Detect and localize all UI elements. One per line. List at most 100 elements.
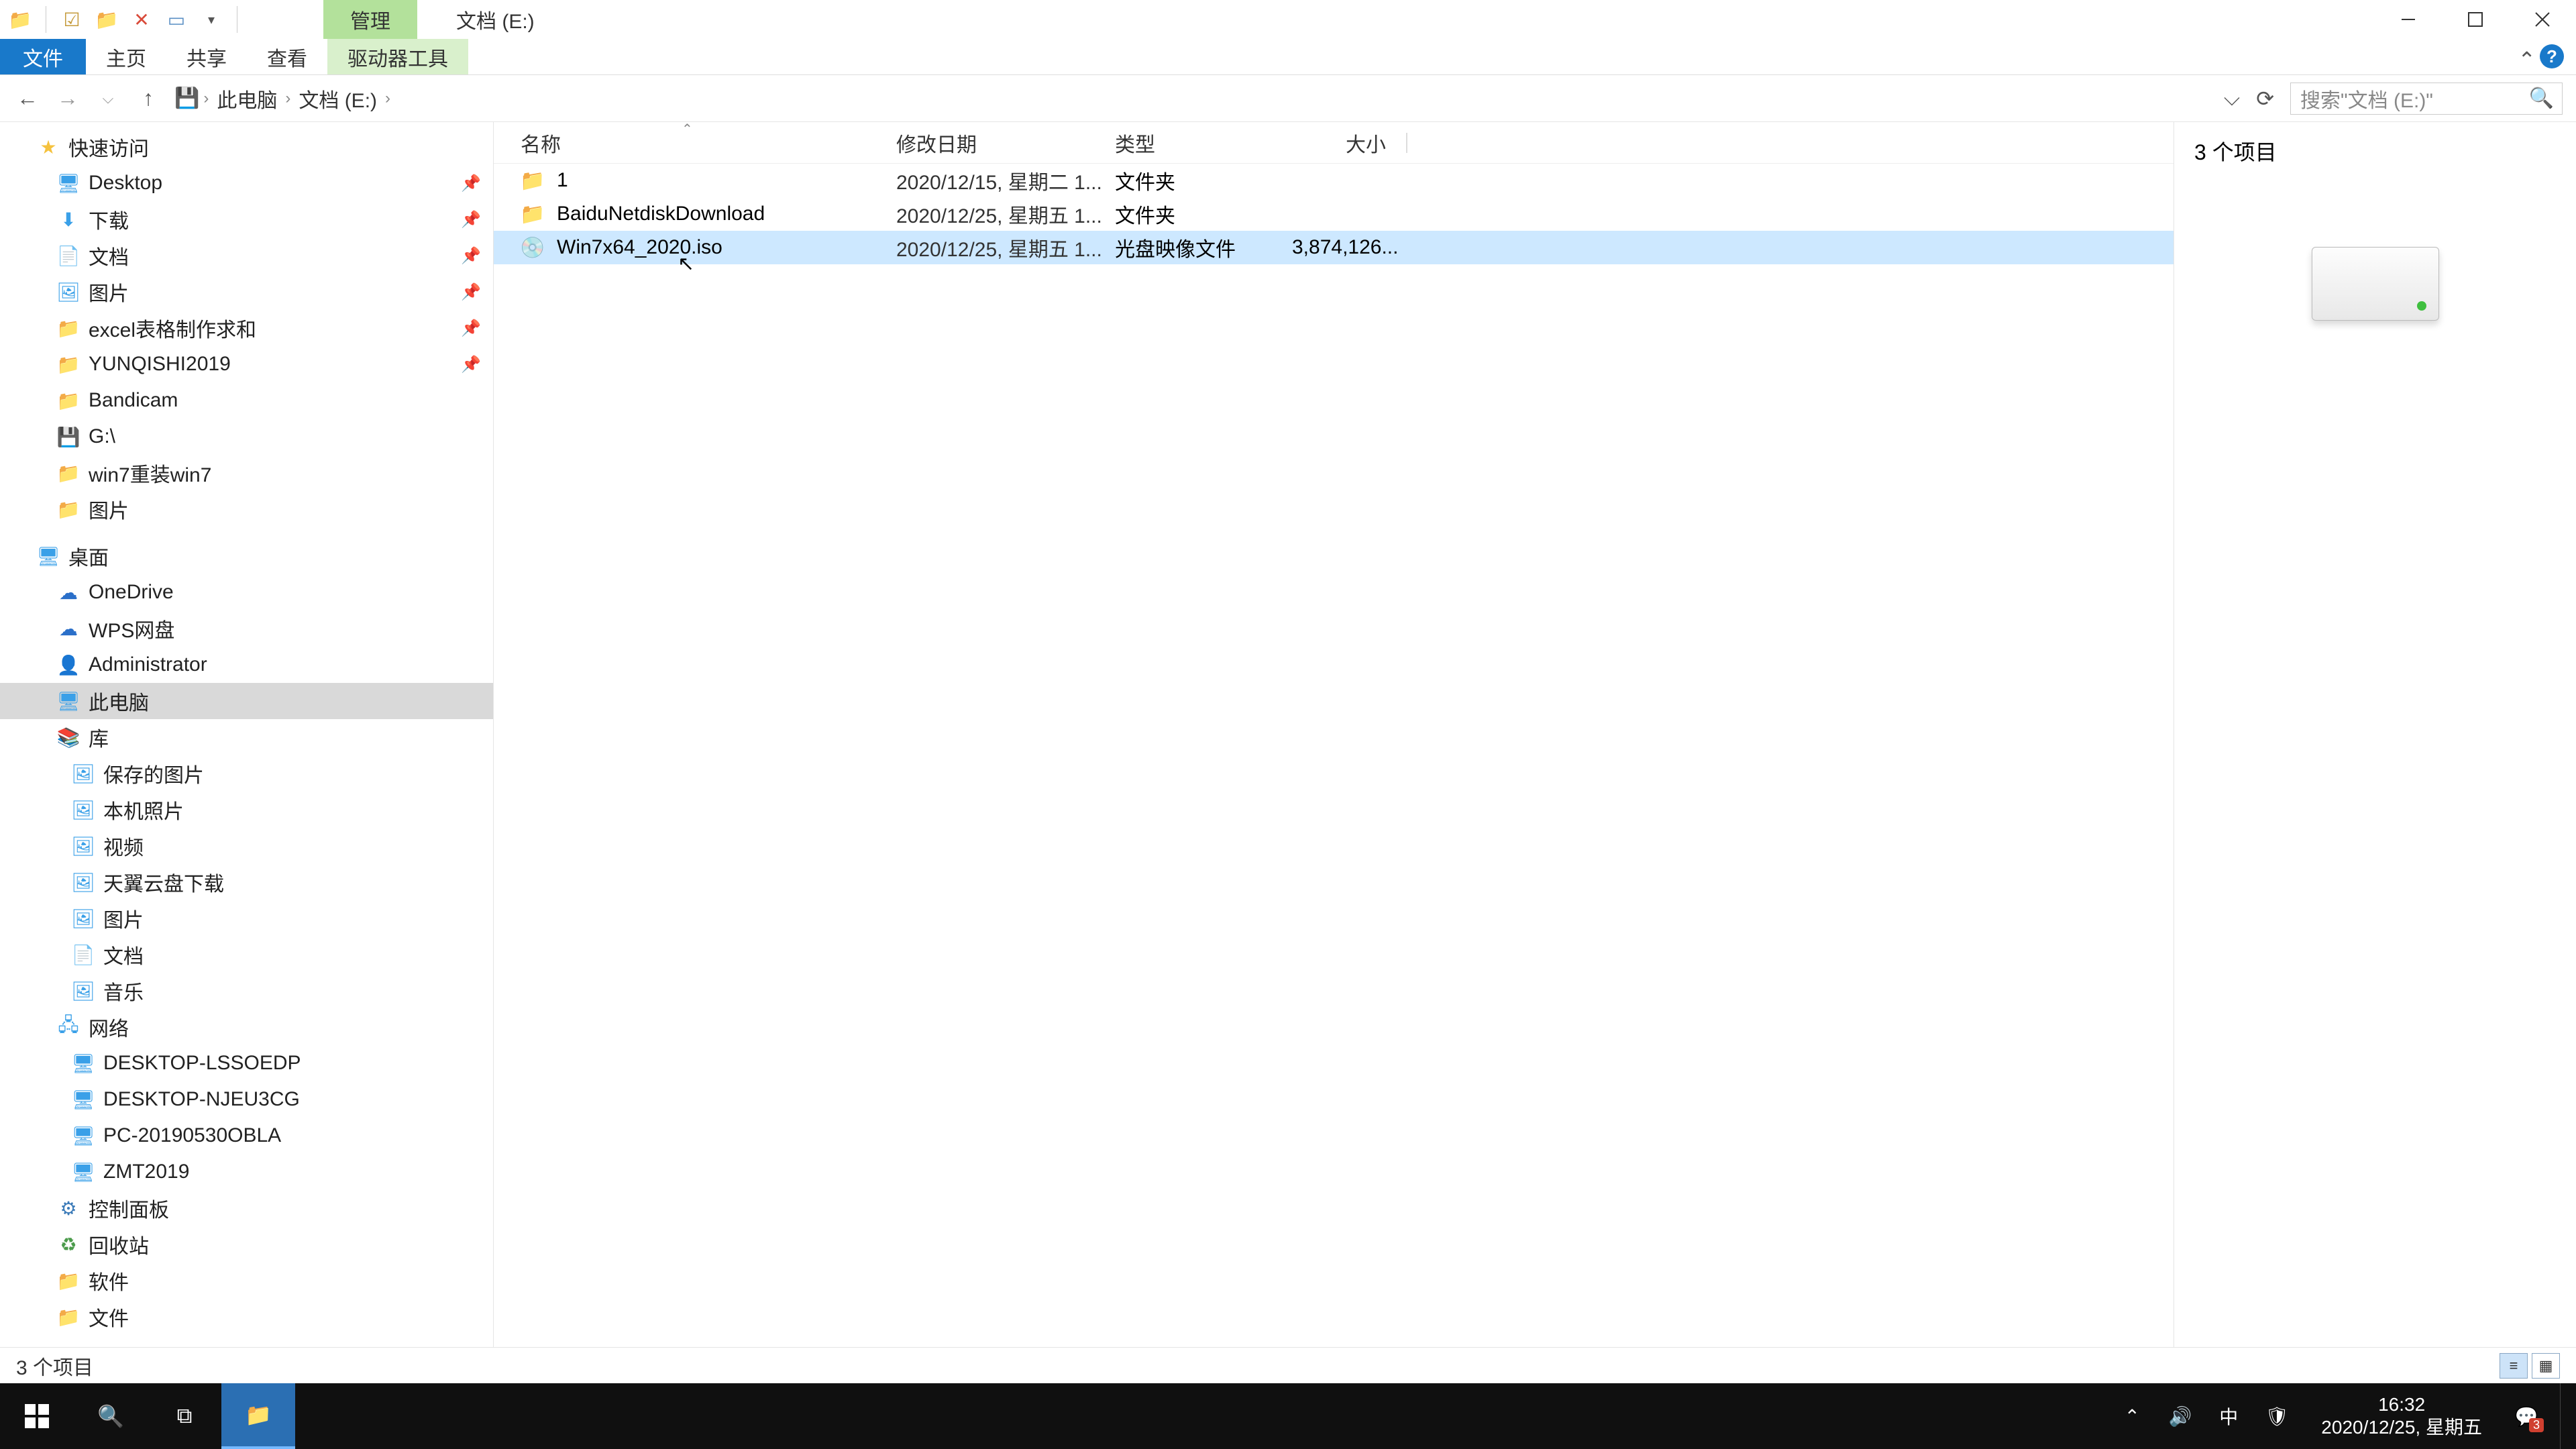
nav-desktop-item[interactable]: 🖥此电脑: [0, 683, 493, 719]
qat-delete-icon[interactable]: ✕: [128, 6, 155, 33]
nav-network[interactable]: 🖧网络: [0, 1009, 493, 1045]
nav-desktop-item[interactable]: ☁OneDrive: [0, 574, 493, 610]
pic-icon: 🖼: [71, 798, 95, 822]
nav-library-item[interactable]: 🖼本机照片: [0, 792, 493, 828]
nav-qa-item[interactable]: 📁win7重装win7: [0, 455, 493, 491]
doc-icon: 📄: [56, 244, 80, 268]
search-icon[interactable]: 🔍: [2529, 87, 2554, 110]
nav-qa-item[interactable]: ⬇下载📌: [0, 201, 493, 237]
breadcrumb-sep-icon[interactable]: ›: [285, 89, 290, 108]
status-item-count: 3 个项目: [16, 1351, 93, 1381]
ime-indicator[interactable]: 中: [2214, 1401, 2243, 1431]
nav-library-item[interactable]: 🖼音乐: [0, 973, 493, 1009]
qat-properties-icon[interactable]: ☑: [58, 6, 85, 33]
breadcrumb-location[interactable]: 文档 (E:): [294, 81, 381, 116]
qat-new-folder-icon[interactable]: 📁: [93, 6, 120, 33]
volume-icon[interactable]: 🔊: [2165, 1401, 2195, 1431]
back-button[interactable]: ←: [13, 85, 42, 113]
details-view-button[interactable]: ≡: [2500, 1353, 2528, 1379]
column-date[interactable]: 修改日期: [896, 128, 1115, 158]
nav-qa-item[interactable]: 🖼图片📌: [0, 274, 493, 310]
nav-software[interactable]: 📁软件: [0, 1263, 493, 1299]
up-button[interactable]: ↑: [134, 85, 162, 113]
nav-label: 桌面: [68, 541, 109, 571]
nav-library-item[interactable]: 🖼天翼云盘下载: [0, 864, 493, 900]
forward-button[interactable]: →: [54, 85, 82, 113]
nav-library-item[interactable]: 🖼保存的图片: [0, 755, 493, 792]
tab-share[interactable]: 共享: [166, 39, 247, 74]
icons-view-button[interactable]: ▦: [2532, 1353, 2560, 1379]
column-resize-handle[interactable]: [1406, 133, 1407, 153]
breadcrumb-sep-icon[interactable]: ›: [385, 89, 390, 108]
nav-network-item[interactable]: 🖥PC-20190530OBLA: [0, 1118, 493, 1154]
maximize-button[interactable]: [2442, 0, 2509, 39]
nav-qa-item[interactable]: 📁excel表格制作求和📌: [0, 310, 493, 346]
start-button[interactable]: [0, 1383, 74, 1449]
recent-dropdown-icon[interactable]: ⌵: [94, 85, 122, 113]
pin-icon: 📌: [461, 282, 481, 302]
computer-icon: 🖥: [71, 1051, 95, 1075]
nav-network-item[interactable]: 🖥DESKTOP-NJEU3CG: [0, 1081, 493, 1118]
nav-qa-item[interactable]: 📁图片: [0, 491, 493, 527]
help-icon[interactable]: ?: [2540, 44, 2564, 68]
pic-icon: 🖼: [71, 834, 95, 858]
show-desktop-button[interactable]: [2560, 1383, 2568, 1449]
pic-icon: 🖼: [71, 870, 95, 894]
pic-icon: 🖼: [71, 906, 95, 930]
clock[interactable]: 16:32 2020/12/25, 星期五: [2310, 1393, 2493, 1438]
security-icon[interactable]: 🛡: [2262, 1401, 2292, 1431]
breadcrumb[interactable]: 💾 › 此电脑 › 文档 (E:) ›: [174, 81, 390, 116]
minimize-button[interactable]: [2375, 0, 2442, 39]
file-row[interactable]: 💿 Win7x64_2020.iso 2020/12/25, 星期五 1... …: [494, 231, 2174, 264]
nav-desktop-item[interactable]: ☁WPS网盘: [0, 610, 493, 647]
pc-icon: 🖥: [56, 689, 80, 713]
lib-icon: 📚: [56, 725, 80, 749]
search-input[interactable]: 搜索"文档 (E:)" 🔍: [2290, 83, 2563, 115]
folder-icon: 📁: [521, 202, 545, 226]
close-button[interactable]: [2509, 0, 2576, 39]
file-row[interactable]: 📁 BaiduNetdiskDownload 2020/12/25, 星期五 1…: [494, 197, 2174, 231]
nav-network-item[interactable]: 🖥ZMT2019: [0, 1154, 493, 1190]
nav-recycle-bin[interactable]: ♻回收站: [0, 1226, 493, 1263]
breadcrumb-sep-icon[interactable]: ›: [203, 89, 209, 108]
column-name[interactable]: 名称: [521, 128, 896, 158]
file-row[interactable]: 📁 1 2020/12/15, 星期二 1... 文件夹: [494, 164, 2174, 197]
tab-view[interactable]: 查看: [247, 39, 327, 74]
nav-control-panel[interactable]: ⚙控制面板: [0, 1190, 493, 1226]
nav-network-item[interactable]: 🖥DESKTOP-LSSOEDP: [0, 1045, 493, 1081]
nav-quick-access[interactable]: ★快速访问: [0, 129, 493, 165]
taskbar: 🔍 ⧉ 📁 ⌃ 🔊 中 🛡 16:32 2020/12/25, 星期五 💬3: [0, 1383, 2576, 1449]
file-date: 2020/12/15, 星期二 1...: [896, 166, 1115, 195]
nav-library-item[interactable]: 🖼视频: [0, 828, 493, 864]
ribbon-minimize-icon[interactable]: ⌃: [2518, 47, 2536, 72]
nav-qa-item[interactable]: 💾G:\: [0, 419, 493, 455]
action-center-icon[interactable]: 💬3: [2512, 1401, 2541, 1431]
nav-desktop[interactable]: 🖥桌面: [0, 538, 493, 574]
nav-qa-item[interactable]: 📄文档📌: [0, 237, 493, 274]
task-view-button[interactable]: ⧉: [148, 1383, 221, 1449]
nav-qa-item[interactable]: 🖥Desktop📌: [0, 165, 493, 201]
taskbar-file-explorer[interactable]: 📁: [221, 1383, 295, 1449]
nav-desktop-item[interactable]: 👤Administrator: [0, 647, 493, 683]
qat-customize-dropdown-icon[interactable]: ▾: [198, 6, 225, 33]
nav-qa-item[interactable]: 📁YUNQISHI2019📌: [0, 346, 493, 382]
taskbar-search-button[interactable]: 🔍: [74, 1383, 148, 1449]
tab-file[interactable]: 文件: [0, 39, 86, 74]
qat-app-icon[interactable]: 📁: [7, 6, 34, 33]
nav-label: DESKTOP-NJEU3CG: [103, 1088, 300, 1111]
nav-desktop-item[interactable]: 📚库: [0, 719, 493, 755]
column-type[interactable]: 类型: [1115, 128, 1292, 158]
column-size[interactable]: 大小: [1292, 128, 1406, 158]
tab-home[interactable]: 主页: [86, 39, 166, 74]
nav-library-item[interactable]: 📄文档: [0, 936, 493, 973]
tab-drive-tools[interactable]: 驱动器工具: [327, 39, 468, 74]
nav-qa-item[interactable]: 📁Bandicam: [0, 382, 493, 419]
breadcrumb-pc[interactable]: 此电脑: [213, 81, 281, 116]
address-dropdown-icon[interactable]: ⌵: [2224, 86, 2240, 111]
navigation-pane[interactable]: ★快速访问 🖥Desktop📌⬇下载📌📄文档📌🖼图片📌📁excel表格制作求和📌…: [0, 122, 494, 1347]
qat-rename-icon[interactable]: ▭: [163, 6, 190, 33]
nav-library-item[interactable]: 🖼图片: [0, 900, 493, 936]
nav-files[interactable]: 📁文件: [0, 1299, 493, 1335]
tray-overflow-icon[interactable]: ⌃: [2117, 1401, 2147, 1431]
refresh-icon[interactable]: ⟳: [2256, 86, 2274, 111]
